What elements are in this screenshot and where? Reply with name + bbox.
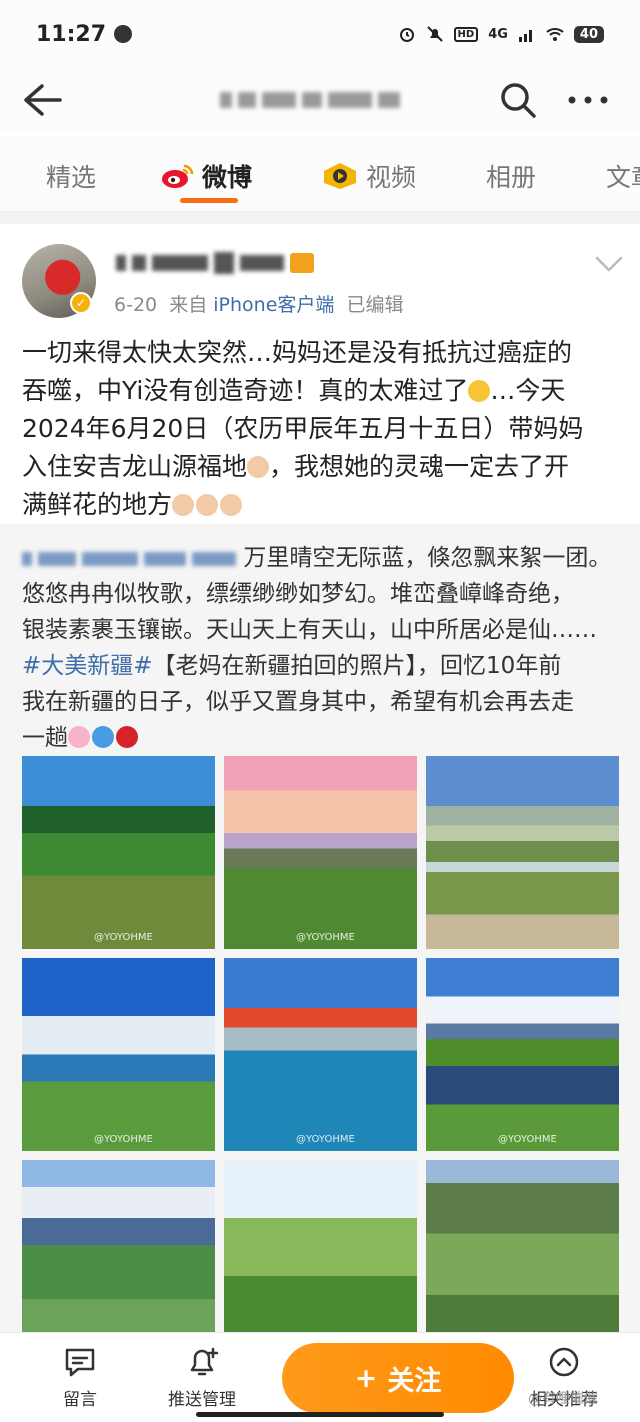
mute-bell-icon [426,26,443,42]
pray-hands-emoji-icon [196,494,219,516]
status-icons: HD 4G 40 [398,25,604,43]
tab-article[interactable]: 文章 [606,158,640,194]
search-icon[interactable] [498,80,538,120]
status-time: 11:27 [36,21,107,47]
active-tab-indicator [180,198,238,203]
repost-text: 万里晴空无际蓝，倏忽飘来絮一团。 悠悠冉冉似牧歌，缥缥缈缈如梦幻。堆峦叠嶂峰奇绝… [22,545,612,751]
tab-album[interactable]: 相册 [486,158,536,194]
rose-emoji-icon [116,726,138,748]
repost-card[interactable]: 万里晴空无际蓝，倏忽飘来絮一团。 悠悠冉冉似牧歌，缥缥缈缈如梦幻。堆峦叠嶂峰奇绝… [0,524,640,1353]
photo-tile[interactable] [426,756,619,949]
chevron-up-circle-icon [549,1347,579,1377]
battery-indicator: 40 [573,25,604,43]
home-indicator [196,1412,444,1417]
photo-tile[interactable] [22,1160,215,1353]
bottom-action-bar: 留言 推送管理 + 关注 相关推荐 [0,1332,640,1422]
music-note-emoji-icon [92,726,114,748]
post-meta: 6-20 来自 iPhone客户端 已编辑 [114,290,404,317]
post-header: ✓ 6-20 来自 iPhone客户端 已编辑 [0,224,640,324]
photo-tile[interactable]: @YOYOHME [224,756,417,949]
nav-bar [0,68,640,132]
photo-tile[interactable]: @YOYOHME [224,958,417,1151]
section-divider [0,212,640,224]
verified-badge-icon: ✓ [70,292,92,314]
tab-weibo[interactable]: 微博 [160,158,252,194]
chevron-down-icon[interactable] [594,254,624,274]
pig-face-emoji-icon [68,726,90,748]
pray-hands-emoji-icon [220,494,243,516]
member-crown-icon [290,253,314,273]
nav-title-redacted [220,88,420,112]
crying-face-emoji-icon [468,380,491,402]
tab-video[interactable]: 视频 [322,158,416,194]
hd-badge: HD [453,26,479,42]
profile-tabs: 精选 微博 视频 相册 文章 [0,136,640,212]
username-redacted[interactable] [116,252,314,274]
push-settings-button[interactable]: 推送管理 [168,1345,236,1410]
source-prefix: 来自 [169,294,208,316]
video-icon [324,163,356,189]
comment-button[interactable]: 留言 [62,1345,98,1410]
pray-hands-emoji-icon [172,494,195,516]
network-type: 4G [488,26,508,42]
status-bar: 11:27 HD 4G 40 [0,0,640,68]
wifi-icon [546,28,564,41]
weibo-logo-icon [162,164,194,188]
message-notification-icon [114,25,133,43]
edited-label: 已编辑 [346,294,404,316]
bell-add-icon [190,1347,219,1376]
comment-icon [65,1348,95,1377]
back-arrow-icon[interactable] [22,82,62,118]
footer-watermark: @有哩催催 [528,1391,598,1407]
photo-tile[interactable]: @YOYOHME [22,756,215,949]
hashtag-link[interactable]: #大美新疆# [22,653,153,679]
photo-tile[interactable] [224,1160,417,1353]
follow-button[interactable]: + 关注 [282,1343,514,1413]
repost-author-redacted[interactable] [22,551,236,566]
photo-tile[interactable]: @YOYOHME [22,958,215,1151]
post-source[interactable]: iPhone客户端 [213,294,334,316]
tab-featured[interactable]: 精选 [46,158,96,194]
signal-icon [518,30,532,42]
pray-hands-emoji-icon [247,456,270,478]
post-date: 6-20 [114,294,158,316]
alarm-icon [399,28,414,42]
post-text: 一切来得太快太突然…妈妈还是没有抵抗过癌症的 吞噬，中Yi没有创造奇迹！真的太难… [22,338,584,519]
more-icon[interactable] [566,90,610,110]
photo-tile[interactable]: @YOYOHME [426,958,619,1151]
photo-tile[interactable] [426,1160,619,1353]
